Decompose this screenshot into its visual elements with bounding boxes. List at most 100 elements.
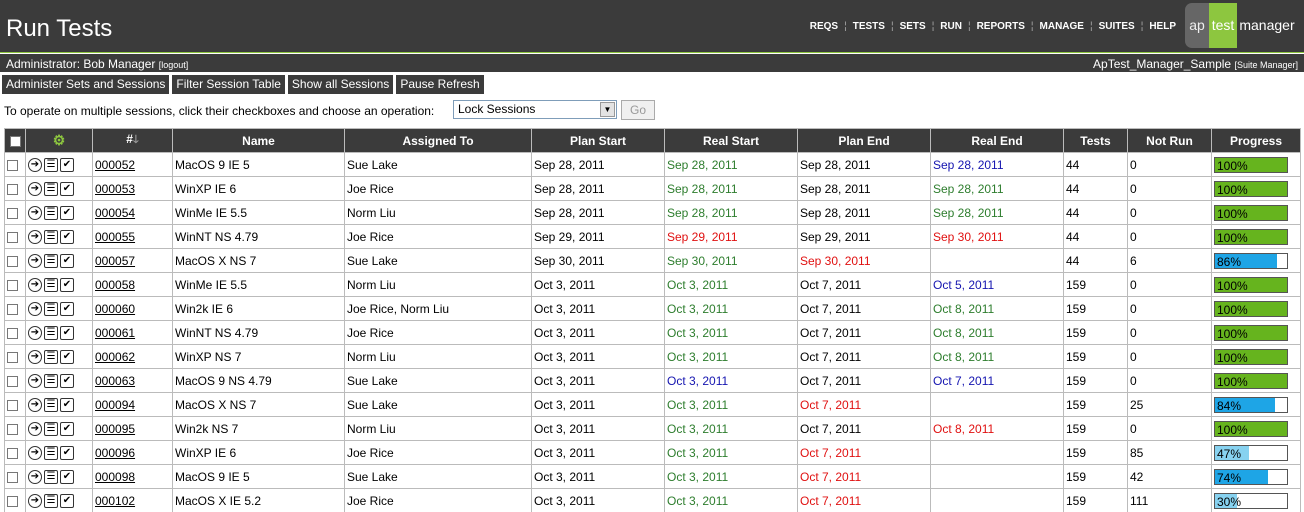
check-icon[interactable]: ✔ xyxy=(60,325,74,340)
header-select-all[interactable] xyxy=(4,128,26,153)
session-id-link[interactable]: 000055 xyxy=(95,230,135,244)
list-icon[interactable]: ☰ xyxy=(44,325,58,340)
session-id-link[interactable]: 000062 xyxy=(95,350,135,364)
check-icon[interactable]: ✔ xyxy=(60,493,74,508)
operation-select[interactable]: Lock Sessions ▼ xyxy=(453,100,617,119)
row-checkbox[interactable] xyxy=(7,351,18,363)
list-icon[interactable]: ☰ xyxy=(44,181,58,196)
run-session-icon[interactable]: ➔ xyxy=(28,229,42,244)
row-select-cell[interactable] xyxy=(4,176,26,201)
row-select-cell[interactable] xyxy=(4,440,26,465)
list-icon[interactable]: ☰ xyxy=(44,421,58,436)
select-all-checkbox[interactable] xyxy=(9,135,21,147)
nav-tests[interactable]: TESTS xyxy=(853,21,885,32)
nav-suites[interactable]: SUITES xyxy=(1099,21,1135,32)
session-id-link[interactable]: 000053 xyxy=(95,182,135,196)
session-id-link[interactable]: 000063 xyxy=(95,374,135,388)
row-select-cell[interactable] xyxy=(4,152,26,177)
check-icon[interactable]: ✔ xyxy=(60,397,74,412)
run-session-icon[interactable]: ➔ xyxy=(28,301,42,316)
run-session-icon[interactable]: ➔ xyxy=(28,325,42,340)
administer-sets-button[interactable]: Administer Sets and Sessions xyxy=(2,75,170,94)
filter-session-table-button[interactable]: Filter Session Table xyxy=(172,75,285,94)
row-select-cell[interactable] xyxy=(4,320,26,345)
list-icon[interactable]: ☰ xyxy=(44,157,58,172)
run-session-icon[interactable]: ➔ xyxy=(28,421,42,436)
row-checkbox[interactable] xyxy=(7,447,18,459)
nav-manage[interactable]: MANAGE xyxy=(1040,21,1084,32)
list-icon[interactable]: ☰ xyxy=(44,205,58,220)
row-select-cell[interactable] xyxy=(4,296,26,321)
session-id-link[interactable]: 000102 xyxy=(95,494,135,508)
list-icon[interactable]: ☰ xyxy=(44,397,58,412)
run-session-icon[interactable]: ➔ xyxy=(28,493,42,508)
suite-manager-link[interactable]: [Suite Manager] xyxy=(1234,60,1298,70)
session-id-link[interactable]: 000095 xyxy=(95,422,135,436)
check-icon[interactable]: ✔ xyxy=(60,277,74,292)
row-select-cell[interactable] xyxy=(4,248,26,273)
list-icon[interactable]: ☰ xyxy=(44,301,58,316)
nav-help[interactable]: HELP xyxy=(1149,21,1176,32)
row-checkbox[interactable] xyxy=(7,471,18,483)
check-icon[interactable]: ✔ xyxy=(60,373,74,388)
run-session-icon[interactable]: ➔ xyxy=(28,397,42,412)
row-checkbox[interactable] xyxy=(7,231,18,243)
check-icon[interactable]: ✔ xyxy=(60,349,74,364)
session-id-link[interactable]: 000060 xyxy=(95,302,135,316)
session-id-link[interactable]: 000057 xyxy=(95,254,135,268)
run-session-icon[interactable]: ➔ xyxy=(28,157,42,172)
run-session-icon[interactable]: ➔ xyxy=(28,373,42,388)
check-icon[interactable]: ✔ xyxy=(60,469,74,484)
run-session-icon[interactable]: ➔ xyxy=(28,445,42,460)
list-icon[interactable]: ☰ xyxy=(44,349,58,364)
row-select-cell[interactable] xyxy=(4,392,26,417)
check-icon[interactable]: ✔ xyxy=(60,421,74,436)
go-button[interactable]: Go xyxy=(621,100,655,120)
run-session-icon[interactable]: ➔ xyxy=(28,253,42,268)
nav-sets[interactable]: SETS xyxy=(900,21,926,32)
row-select-cell[interactable] xyxy=(4,272,26,297)
check-icon[interactable]: ✔ xyxy=(60,253,74,268)
gear-icon[interactable]: ⚙ xyxy=(53,132,66,148)
check-icon[interactable]: ✔ xyxy=(60,301,74,316)
header-assigned[interactable]: Assigned To xyxy=(344,128,532,153)
list-icon[interactable]: ☰ xyxy=(44,229,58,244)
nav-reqs[interactable]: REQS xyxy=(810,21,838,32)
list-icon[interactable]: ☰ xyxy=(44,493,58,508)
check-icon[interactable]: ✔ xyxy=(60,445,74,460)
row-checkbox[interactable] xyxy=(7,159,18,171)
list-icon[interactable]: ☰ xyxy=(44,277,58,292)
header-plan-start[interactable]: Plan Start xyxy=(531,128,665,153)
aptest-logo[interactable]: ap test manager xyxy=(1185,3,1297,48)
run-session-icon[interactable]: ➔ xyxy=(28,349,42,364)
row-checkbox[interactable] xyxy=(7,495,18,507)
run-session-icon[interactable]: ➔ xyxy=(28,181,42,196)
header-plan-end[interactable]: Plan End xyxy=(797,128,931,153)
row-select-cell[interactable] xyxy=(4,344,26,369)
header-real-start[interactable]: Real Start xyxy=(664,128,798,153)
session-id-link[interactable]: 000094 xyxy=(95,398,135,412)
session-id-link[interactable]: 000052 xyxy=(95,158,135,172)
row-select-cell[interactable] xyxy=(4,224,26,249)
row-select-cell[interactable] xyxy=(4,488,26,512)
session-id-link[interactable]: 000098 xyxy=(95,470,135,484)
row-select-cell[interactable] xyxy=(4,368,26,393)
row-checkbox[interactable] xyxy=(7,399,18,411)
check-icon[interactable]: ✔ xyxy=(60,157,74,172)
header-number[interactable]: #🡓 xyxy=(92,128,173,153)
row-checkbox[interactable] xyxy=(7,255,18,267)
header-real-end[interactable]: Real End xyxy=(930,128,1064,153)
nav-run[interactable]: RUN xyxy=(940,21,962,32)
check-icon[interactable]: ✔ xyxy=(60,181,74,196)
row-checkbox[interactable] xyxy=(7,303,18,315)
row-select-cell[interactable] xyxy=(4,464,26,489)
pause-refresh-button[interactable]: Pause Refresh xyxy=(396,75,484,94)
show-all-sessions-button[interactable]: Show all Sessions xyxy=(287,75,394,94)
row-checkbox[interactable] xyxy=(7,327,18,339)
check-icon[interactable]: ✔ xyxy=(60,229,74,244)
session-id-link[interactable]: 000061 xyxy=(95,326,135,340)
list-icon[interactable]: ☰ xyxy=(44,253,58,268)
list-icon[interactable]: ☰ xyxy=(44,373,58,388)
list-icon[interactable]: ☰ xyxy=(44,445,58,460)
header-not-run[interactable]: Not Run xyxy=(1127,128,1212,153)
